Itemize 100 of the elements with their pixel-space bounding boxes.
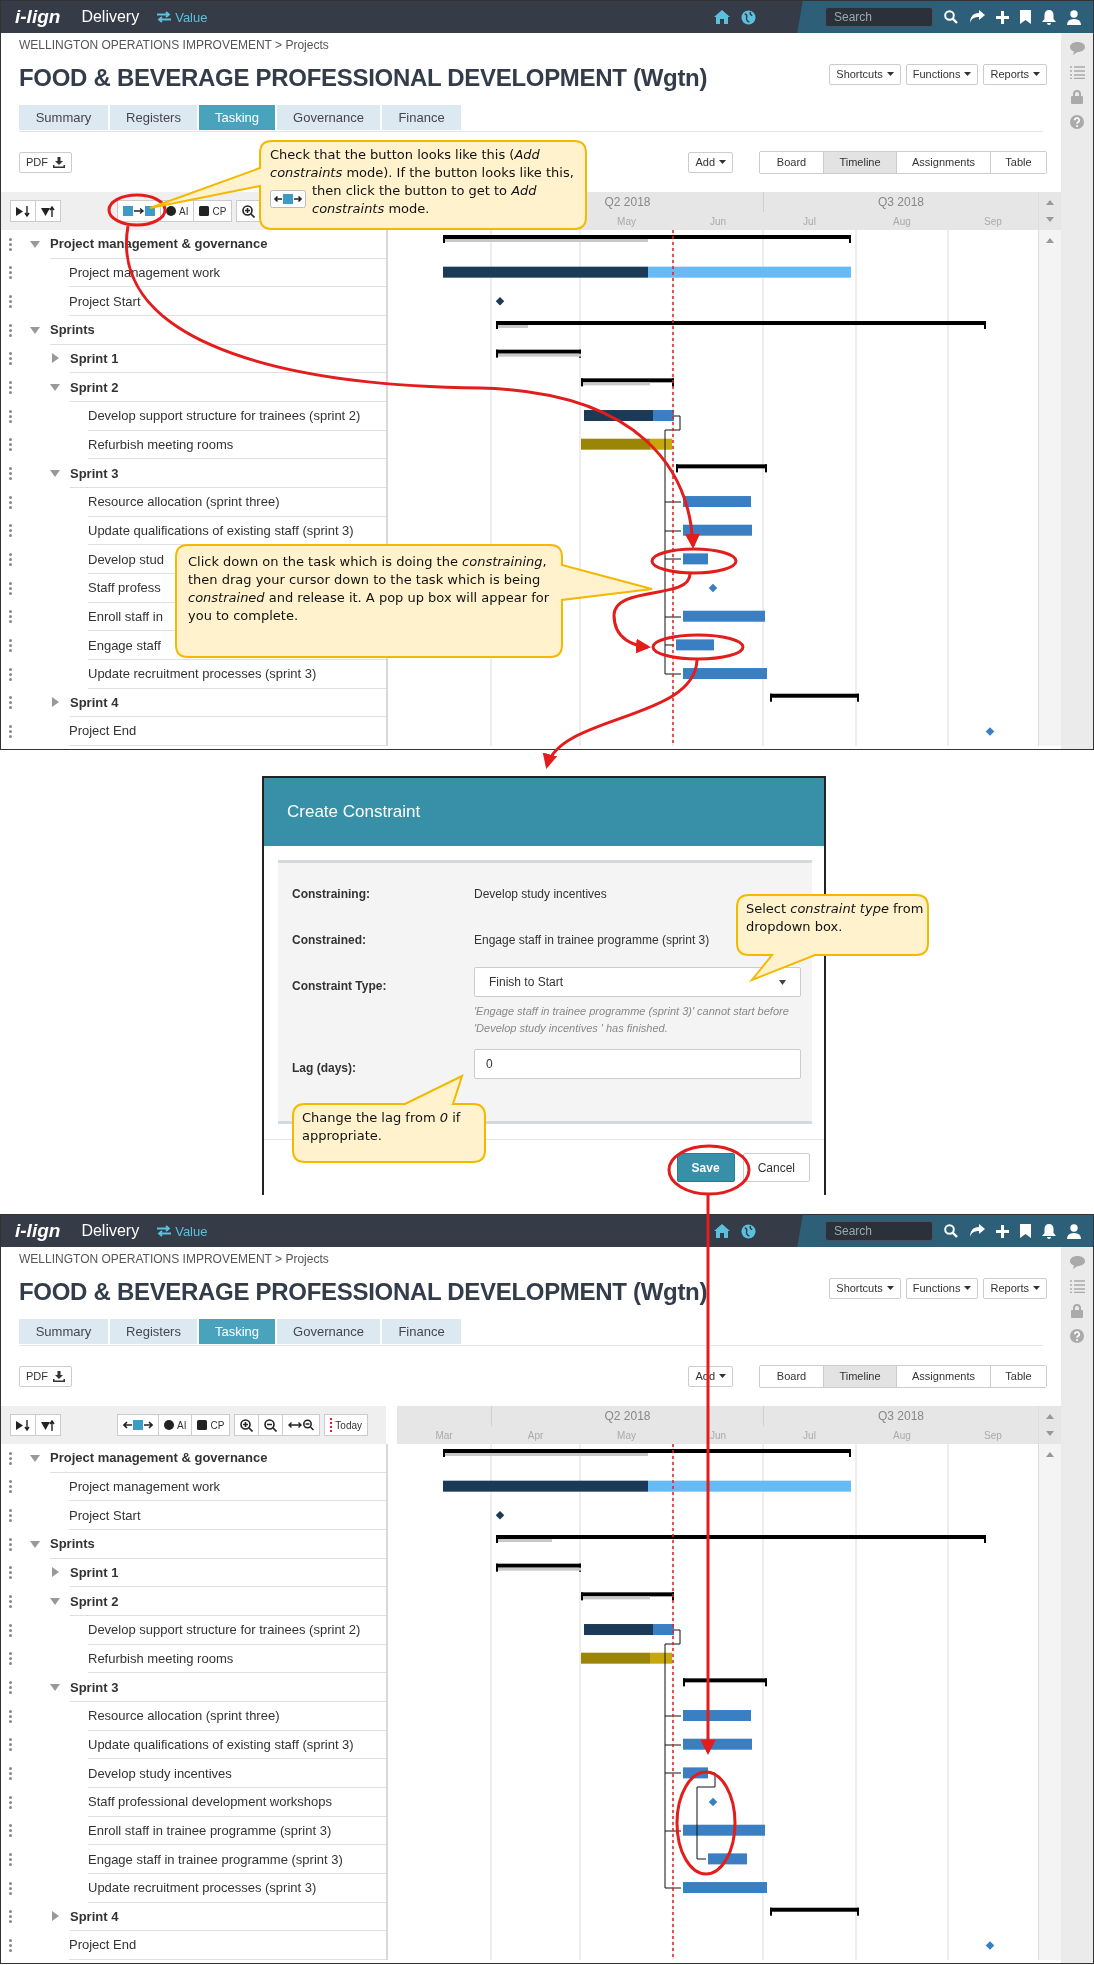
drag-handle-icon[interactable] [9, 1824, 12, 1838]
task-name[interactable]: Update qualifications of existing staff (sprint 3) [88, 1736, 354, 1752]
caret-icon[interactable] [50, 1567, 60, 1578]
drag-handle-icon[interactable] [9, 1566, 12, 1580]
pdf-button[interactable]: PDF [19, 151, 72, 173]
user-icon[interactable] [1067, 9, 1081, 25]
value-switch-link[interactable]: Value [156, 9, 208, 25]
task-name[interactable]: Sprint 1 [70, 350, 119, 366]
caret-icon[interactable] [50, 382, 60, 393]
drag-handle-icon[interactable] [9, 1595, 12, 1609]
summary-bar[interactable] [770, 693, 859, 702]
task-name[interactable]: Develop support structure for trainees (sprint 2) [88, 408, 361, 424]
task-name[interactable]: Project management & governance [50, 1450, 268, 1466]
save-button[interactable]: Save [676, 1153, 735, 1182]
task-name[interactable]: Sprints [50, 1536, 95, 1552]
collapse-all-button[interactable] [35, 200, 61, 222]
task-name[interactable]: Resource allocation (sprint three) [88, 1708, 280, 1724]
menu-button[interactable]: Reports [983, 63, 1047, 85]
drag-handle-icon[interactable] [9, 323, 12, 337]
app-logo[interactable]: i-lign [15, 1220, 61, 1242]
tab[interactable]: Summary [19, 105, 108, 130]
milestone-diamond[interactable] [495, 297, 505, 306]
app-logo[interactable]: i-lign [15, 6, 61, 28]
add-button[interactable]: Add [688, 151, 733, 173]
drag-handle-icon[interactable] [9, 381, 12, 395]
share-icon[interactable] [969, 10, 985, 24]
drag-handle-icon[interactable] [9, 1480, 12, 1494]
module-name[interactable]: Delivery [81, 1222, 140, 1240]
summary-bar[interactable] [676, 464, 767, 473]
search-field[interactable]: Search [825, 7, 933, 27]
caret-icon[interactable] [50, 353, 60, 364]
caret-icon[interactable] [50, 1911, 60, 1922]
task-name[interactable]: Update recruitment processes (sprint 3) [88, 1880, 317, 1896]
drag-handle-icon[interactable] [9, 1881, 12, 1895]
constraint-mode-button[interactable] [117, 200, 161, 222]
tab[interactable]: Registers [110, 1319, 197, 1344]
tab[interactable]: Governance [277, 105, 380, 130]
constraint-mode-button[interactable] [117, 1414, 159, 1436]
drag-handle-icon[interactable] [9, 495, 12, 509]
task-name[interactable]: Engage staff in trainee programme (sprint 3) [88, 1851, 343, 1867]
summary-bar[interactable] [443, 1449, 851, 1457]
bell-icon[interactable] [1042, 9, 1056, 25]
task-name[interactable]: Sprint 3 [70, 465, 119, 481]
tab[interactable]: Finance [382, 105, 461, 130]
globe-icon[interactable] [741, 1223, 756, 1239]
help-icon[interactable] [1070, 115, 1084, 129]
drag-handle-icon[interactable] [9, 1767, 12, 1781]
tab[interactable]: Finance [382, 1319, 461, 1344]
caret-icon[interactable] [50, 468, 60, 479]
task-bar[interactable] [443, 1480, 851, 1492]
help-icon[interactable] [1070, 1329, 1084, 1343]
drag-handle-icon[interactable] [9, 1939, 12, 1952]
caret-icon[interactable] [30, 238, 40, 249]
task-name[interactable]: Project management work [69, 1479, 220, 1494]
caret-icon[interactable] [30, 324, 40, 335]
caret-icon[interactable] [50, 1682, 60, 1693]
plus-icon[interactable] [996, 10, 1009, 24]
caret-icon[interactable] [30, 1538, 40, 1549]
caret-icon[interactable] [30, 1452, 40, 1463]
collapse-all-button[interactable] [35, 1414, 61, 1436]
task-name[interactable]: Staff profess [88, 580, 161, 596]
user-icon[interactable] [1067, 1223, 1081, 1239]
bookmark-icon[interactable] [1020, 1224, 1031, 1238]
task-name[interactable]: Sprint 1 [70, 1564, 119, 1580]
scroll-up-icon[interactable] [1046, 200, 1054, 205]
lock-icon[interactable] [1071, 1304, 1083, 1318]
menu-button[interactable]: Functions [905, 1277, 979, 1299]
task-name[interactable]: Enroll staff in trainee programme (sprint 3) [88, 1822, 332, 1838]
menu-button[interactable]: Shortcuts [829, 1277, 901, 1299]
view-tab[interactable]: Table [990, 151, 1046, 173]
summary-bar[interactable] [496, 321, 986, 329]
task-bar[interactable] [683, 1824, 765, 1836]
task-name[interactable]: Project End [69, 1937, 137, 1953]
breadcrumb[interactable]: WELLINGTON OPERATIONS IMPROVEMENT > Projects [1, 33, 1061, 53]
tab[interactable]: Governance [277, 1319, 380, 1344]
drag-handle-icon[interactable] [9, 1509, 12, 1523]
zoom-out-button[interactable] [258, 1414, 284, 1436]
scroll-down-icon[interactable] [1046, 1431, 1054, 1436]
pdf-button[interactable]: PDF [19, 1365, 72, 1387]
view-tab[interactable]: Table [990, 1365, 1046, 1387]
task-name[interactable]: Sprint 4 [70, 1908, 119, 1924]
drag-handle-icon[interactable] [9, 553, 12, 567]
summary-bar[interactable] [443, 235, 851, 243]
drag-handle-icon[interactable] [9, 409, 12, 423]
caret-icon[interactable] [50, 1596, 60, 1607]
drag-handle-icon[interactable] [9, 295, 12, 309]
summary-bar[interactable] [496, 1535, 986, 1543]
drag-handle-icon[interactable] [9, 1537, 12, 1551]
list-icon[interactable] [1069, 1280, 1085, 1293]
summary-bar[interactable] [683, 1678, 767, 1687]
menu-button[interactable]: Functions [905, 63, 979, 85]
home-icon[interactable] [714, 1224, 730, 1238]
summary-bar[interactable] [496, 1563, 581, 1572]
task-name[interactable]: Develop study incentives [88, 1765, 232, 1781]
cancel-button[interactable]: Cancel [742, 1153, 810, 1182]
breadcrumb[interactable]: WELLINGTON OPERATIONS IMPROVEMENT > Projects [1, 1247, 1061, 1267]
menu-button[interactable]: Reports [983, 1277, 1047, 1299]
drag-handle-icon[interactable] [9, 1738, 12, 1752]
expand-all-button[interactable] [10, 1414, 36, 1436]
milestone-diamond[interactable] [495, 1511, 505, 1520]
